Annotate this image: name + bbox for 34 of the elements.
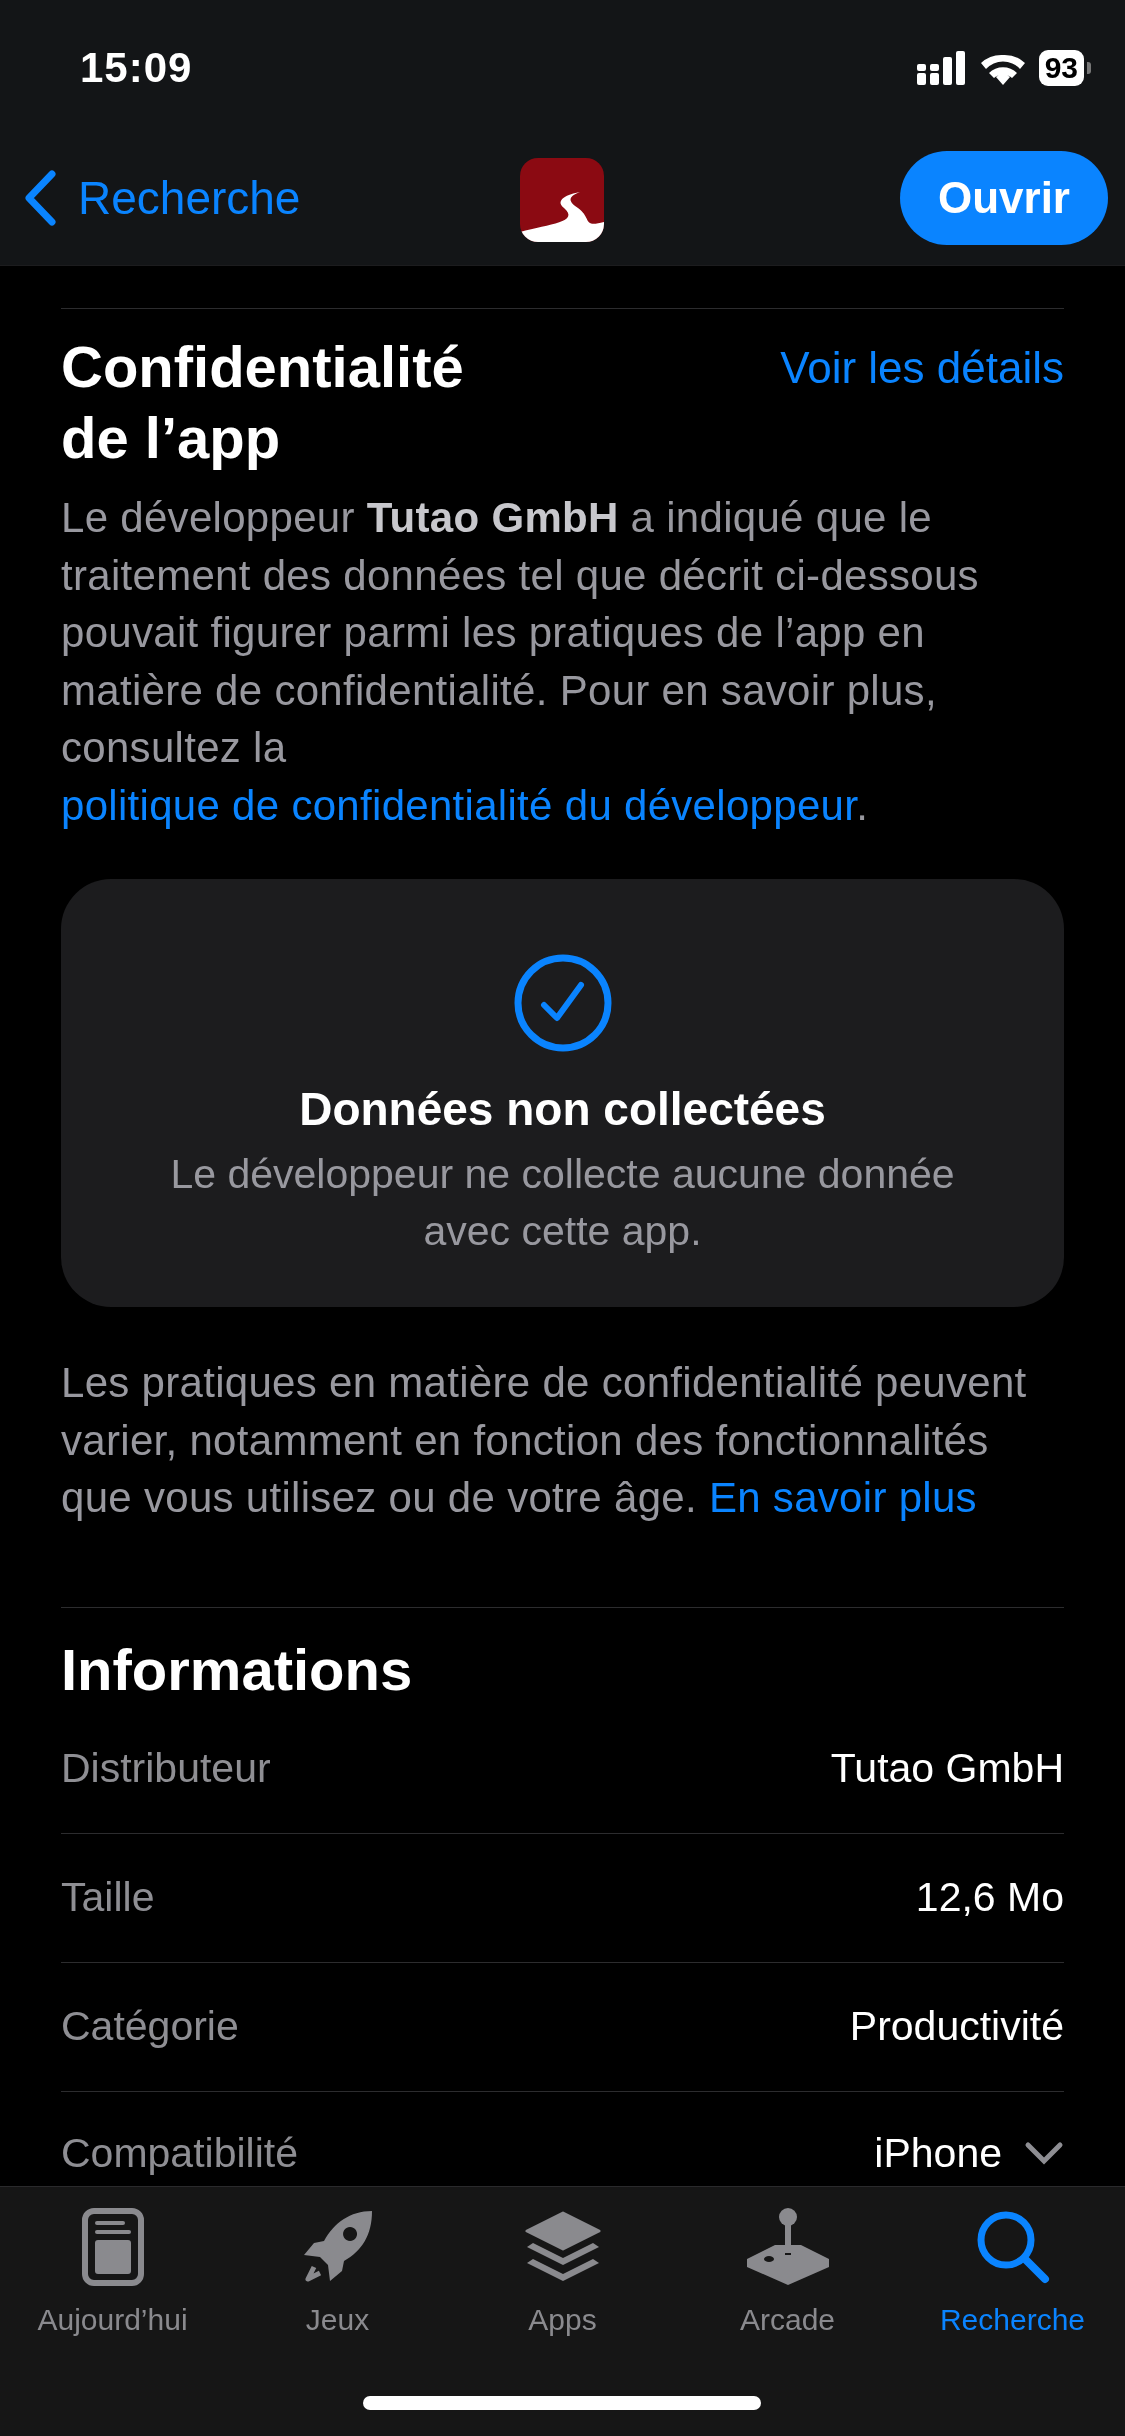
info-value: 12,6 Mo bbox=[915, 1874, 1064, 1921]
info-label: Distributeur bbox=[61, 1745, 271, 1792]
back-chevron-icon bbox=[24, 169, 56, 226]
info-label: Catégorie bbox=[61, 2003, 239, 2050]
app-icon bbox=[520, 158, 604, 242]
tab[interactable]: Jeux bbox=[225, 2205, 450, 2337]
info-value: Productivité bbox=[849, 2003, 1064, 2050]
back-button[interactable]: Recherche bbox=[24, 169, 301, 226]
stacked-layers-icon bbox=[524, 2211, 601, 2283]
info-value: Tutao GmbH bbox=[830, 1745, 1064, 1792]
card-text: Le développeur ne collecte aucune donnée avec cette app. bbox=[169, 1150, 956, 1256]
checkmark-circle-icon bbox=[513, 954, 612, 1052]
learn-more-link[interactable]: En savoir plus bbox=[708, 1474, 977, 1521]
info-label: Taille bbox=[61, 1874, 155, 1921]
battery-level: 93 bbox=[1038, 50, 1084, 86]
status-time: 15:09 bbox=[80, 43, 193, 92]
open-button[interactable]: Ouvrir bbox=[899, 150, 1108, 245]
info-label: Compatibilité bbox=[61, 2129, 298, 2177]
tab[interactable]: Apps bbox=[450, 2205, 675, 2337]
privacy-description: Le développeur Tutao GmbH a indiqué que le traitement des données tel que décrit ci-dessous pouvait figurer parmi les pratiques de l’app en matière de confidentialité. Pour en savoir plus, consultez la politique de confidentialité du développeur. bbox=[61, 493, 980, 831]
signal-icon bbox=[916, 51, 967, 85]
privacy-policy-link[interactable]: politique de confidentialité du développeur bbox=[61, 781, 857, 829]
tab[interactable]: Recherche bbox=[900, 2205, 1125, 2337]
joystick-icon bbox=[744, 2207, 831, 2287]
tab[interactable]: Aujourd’hui bbox=[0, 2205, 225, 2337]
info-value: iPhone bbox=[874, 2129, 1002, 2177]
details-link[interactable]: Voir les détails bbox=[780, 343, 1064, 393]
section-title: Informations bbox=[61, 1635, 414, 1704]
today-icon bbox=[80, 2207, 145, 2287]
privacy-note: Les pratiques en matière de confidentialité peuvent varier, notamment en fonction des fonctionnalités que vous utilisez ou de votre âge. En savoir plus bbox=[61, 1358, 1028, 1523]
card-title: Données non collectées bbox=[299, 1082, 826, 1136]
section-title: Confidentialité de l’app bbox=[61, 333, 465, 472]
chevron-down-icon[interactable] bbox=[1024, 2141, 1064, 2165]
tab[interactable]: Arcade bbox=[675, 2205, 900, 2337]
